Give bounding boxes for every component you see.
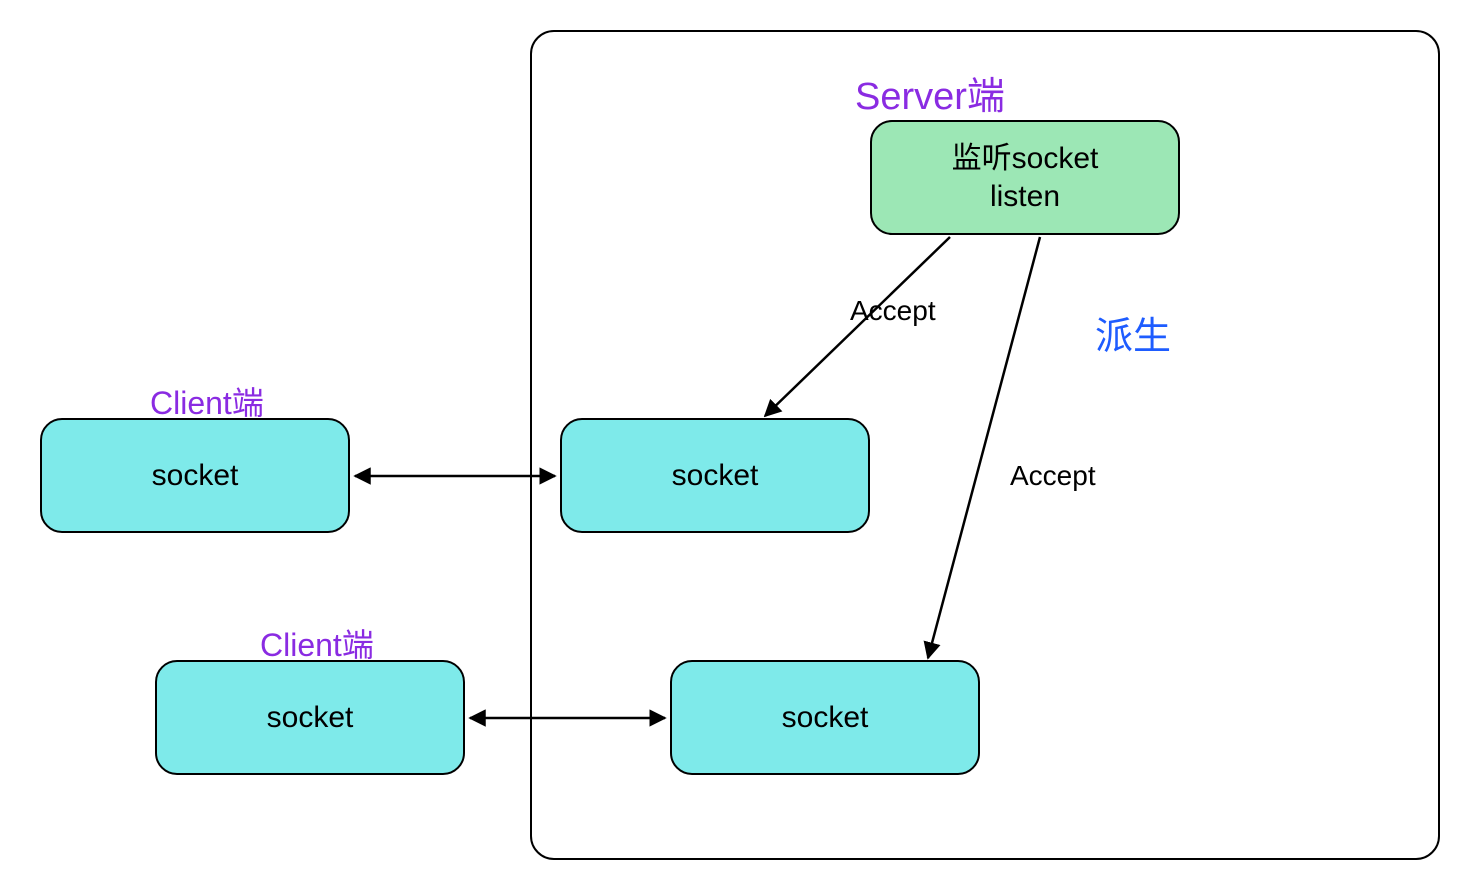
server-socket-2: socket bbox=[670, 660, 980, 775]
client2-socket: socket bbox=[155, 660, 465, 775]
server-socket-1: socket bbox=[560, 418, 870, 533]
listen-line2: listen bbox=[990, 180, 1060, 213]
server-socket-2-label: socket bbox=[782, 699, 869, 737]
derive-label: 派生 bbox=[1095, 305, 1171, 360]
server-socket-1-label: socket bbox=[672, 457, 759, 495]
server-title: Server端 bbox=[855, 65, 1005, 120]
listen-socket-text: 监听socket listen bbox=[952, 140, 1099, 215]
diagram-canvas: Server端 监听socket listen socket socket Cl… bbox=[0, 0, 1482, 880]
listen-socket-box: 监听socket listen bbox=[870, 120, 1180, 235]
client2-socket-label: socket bbox=[267, 699, 354, 737]
listen-line1: 监听socket bbox=[952, 142, 1099, 175]
client1-socket-label: socket bbox=[152, 457, 239, 495]
accept-label-1: Accept bbox=[850, 295, 936, 327]
accept-label-2: Accept bbox=[1010, 460, 1096, 492]
client1-socket: socket bbox=[40, 418, 350, 533]
